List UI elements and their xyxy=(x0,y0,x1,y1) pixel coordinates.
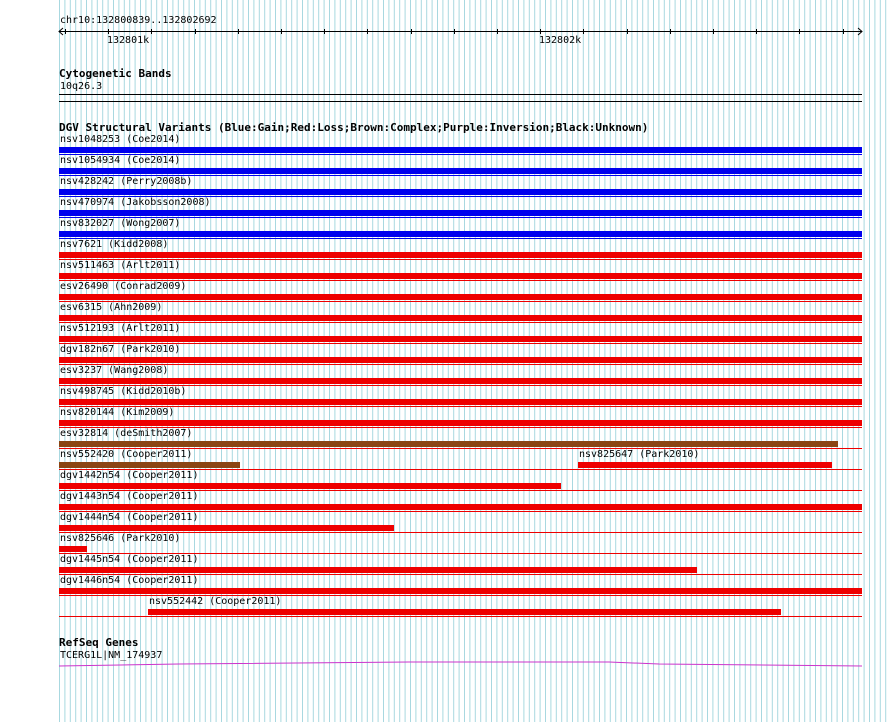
variant-label[interactable]: nsv7621 (Kidd2008) xyxy=(60,239,168,251)
gene-intron-line[interactable] xyxy=(59,661,862,667)
variant-bar[interactable] xyxy=(59,210,862,216)
variant-bar[interactable] xyxy=(59,483,561,489)
variant-label[interactable]: nsv552420 (Cooper2011) xyxy=(60,449,192,461)
genome-browser-view: chr10:132800839..132802692 132801k 13280… xyxy=(0,0,890,722)
variant-bar[interactable] xyxy=(59,399,862,405)
variant-bar[interactable] xyxy=(578,462,832,468)
variant-label[interactable]: nsv820144 (Kim2009) xyxy=(60,407,174,419)
ruler-tick-label-2: 132802k xyxy=(539,35,582,46)
variant-label[interactable]: dgv1442n54 (Cooper2011) xyxy=(60,470,198,482)
variant-label[interactable]: esv6315 (Ahn2009) xyxy=(60,302,162,314)
refseq-gene-model[interactable] xyxy=(59,658,862,670)
variant-label[interactable]: nsv832027 (Wong2007) xyxy=(60,218,180,230)
cytoband-top-line xyxy=(59,94,862,95)
variant-label[interactable]: nsv825646 (Park2010) xyxy=(60,533,180,545)
variant-bar[interactable] xyxy=(59,588,862,594)
variant-label[interactable]: nsv1054934 (Coe2014) xyxy=(60,155,180,167)
ruler-tick-label-1: 132801k xyxy=(107,35,150,46)
variant-label[interactable]: esv3237 (Wang2008) xyxy=(60,365,168,377)
variant-label[interactable]: esv26490 (Conrad2009) xyxy=(60,281,186,293)
cytoband-track-title: Cytogenetic Bands xyxy=(59,67,172,80)
variant-bar[interactable] xyxy=(59,567,697,573)
variant-bar[interactable] xyxy=(59,315,862,321)
variant-bar[interactable] xyxy=(59,294,862,300)
variant-bar[interactable] xyxy=(59,252,862,258)
variant-bar[interactable] xyxy=(59,525,394,531)
row-separator xyxy=(59,364,862,365)
variant-bar[interactable] xyxy=(59,273,862,279)
variant-bar[interactable] xyxy=(59,357,862,363)
variant-bar[interactable] xyxy=(59,546,87,552)
variant-label[interactable]: nsv470974 (Jakobsson2008) xyxy=(60,197,211,209)
variant-label[interactable]: nsv512193 (Arlt2011) xyxy=(60,323,180,335)
variant-bar[interactable] xyxy=(59,462,240,468)
cytoband-bottom-line xyxy=(59,101,862,102)
variant-bar[interactable] xyxy=(59,504,862,510)
variant-bar[interactable] xyxy=(59,189,862,195)
variant-label[interactable]: esv32814 (deSmith2007) xyxy=(60,428,192,440)
row-separator xyxy=(59,238,862,239)
variant-label[interactable]: dgv1446n54 (Cooper2011) xyxy=(60,575,198,587)
variant-bar[interactable] xyxy=(148,609,781,615)
variant-label[interactable]: nsv498745 (Kidd2010b) xyxy=(60,386,186,398)
row-separator xyxy=(59,616,862,617)
variant-label[interactable]: dgv1443n54 (Cooper2011) xyxy=(60,491,198,503)
variant-label[interactable]: nsv428242 (Perry2008b) xyxy=(60,176,192,188)
variant-bar[interactable] xyxy=(59,147,862,153)
variant-label[interactable]: nsv552442 (Cooper2011) xyxy=(149,596,281,608)
variant-label[interactable]: dgv1444n54 (Cooper2011) xyxy=(60,512,198,524)
variant-bar[interactable] xyxy=(59,441,838,447)
variant-bar[interactable] xyxy=(59,168,862,174)
variant-label[interactable]: nsv511463 (Arlt2011) xyxy=(60,260,180,272)
row-separator xyxy=(59,406,862,407)
variant-bar[interactable] xyxy=(59,336,862,342)
variant-label[interactable]: nsv1048253 (Coe2014) xyxy=(60,134,180,146)
variant-bar[interactable] xyxy=(59,231,862,237)
variant-label[interactable]: dgv182n67 (Park2010) xyxy=(60,344,180,356)
variant-label[interactable]: nsv825647 (Park2010) xyxy=(579,449,699,461)
variant-label[interactable]: dgv1445n54 (Cooper2011) xyxy=(60,554,198,566)
variant-bar[interactable] xyxy=(59,378,862,384)
row-separator xyxy=(59,301,862,302)
variant-bar[interactable] xyxy=(59,420,862,426)
refseq-track-title: RefSeq Genes xyxy=(59,636,139,649)
cytoband-label: 10q26.3 xyxy=(60,81,103,92)
dgv-track-title: DGV Structural Variants (Blue:Gain;Red:L… xyxy=(59,121,649,134)
